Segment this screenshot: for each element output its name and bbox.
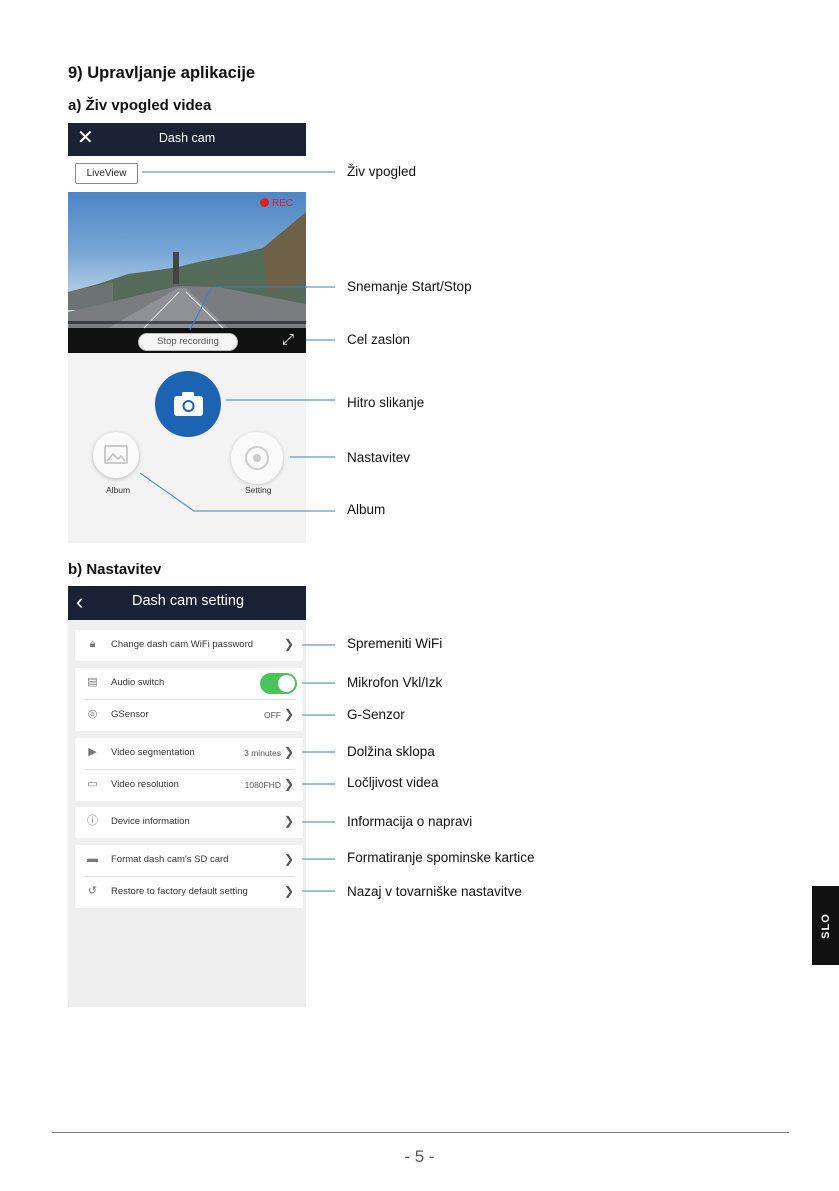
language-tab: SLO <box>812 886 839 965</box>
language-tab-label: SLO <box>819 912 832 939</box>
leader-lines <box>139 171 335 892</box>
footer-divider <box>52 1132 789 1133</box>
page-number: - 5 - <box>404 1147 435 1166</box>
